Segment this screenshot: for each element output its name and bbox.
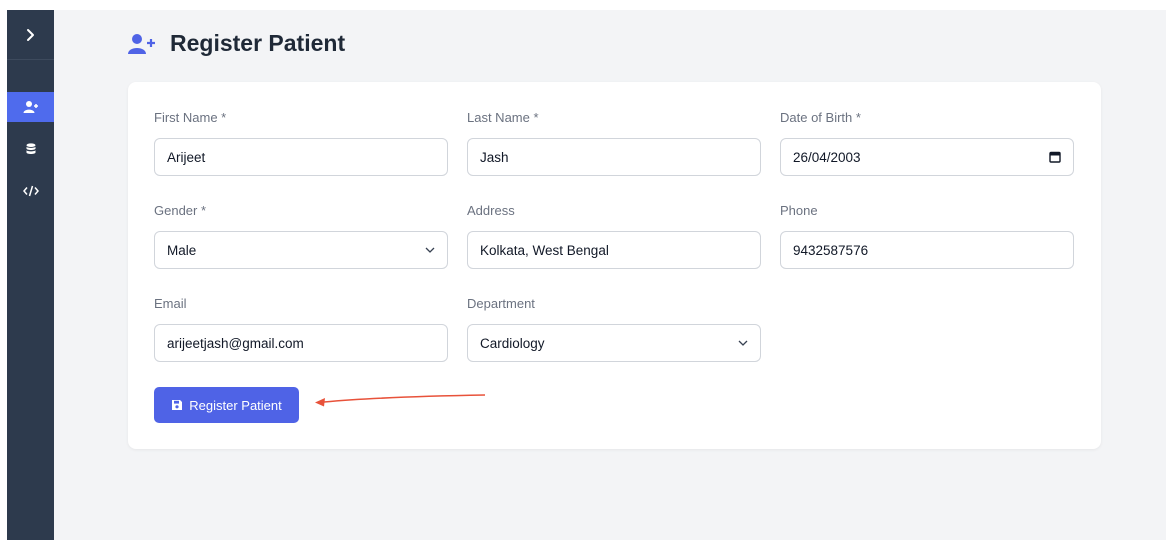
email-group: Email arijeetjash@gmail.com bbox=[154, 296, 448, 362]
department-group: Department Cardiology bbox=[467, 296, 761, 362]
gender-label: Gender * bbox=[154, 203, 207, 218]
address-value: Kolkata, West Bengal bbox=[480, 242, 609, 258]
department-value: Cardiology bbox=[480, 335, 545, 351]
address-input[interactable]: Kolkata, West Bengal bbox=[467, 231, 761, 269]
chevron-down-icon bbox=[425, 247, 435, 253]
page-title: Register Patient bbox=[170, 30, 346, 56]
last-name-value: Jash bbox=[480, 149, 509, 165]
department-label: Department bbox=[467, 296, 535, 311]
first-name-label: First Name * bbox=[154, 110, 227, 125]
last-name-input[interactable]: Jash bbox=[467, 138, 761, 176]
chevron-down-icon bbox=[738, 340, 748, 346]
gender-value: Male bbox=[167, 242, 197, 258]
sidebar-item-database[interactable] bbox=[7, 134, 54, 164]
last-name-label: Last Name * bbox=[467, 110, 539, 125]
user-plus-icon bbox=[23, 101, 38, 113]
department-select[interactable]: Cardiology bbox=[467, 324, 761, 362]
dob-group: Date of Birth * 26/04/2003 bbox=[780, 110, 1074, 176]
dob-value: 26/04/2003 bbox=[793, 149, 861, 165]
gender-group: Gender * Male bbox=[154, 203, 448, 269]
email-value: arijeetjash@gmail.com bbox=[167, 335, 304, 351]
registration-form: First Name * Arijeet Last Name * Jash Da… bbox=[128, 82, 1101, 449]
user-plus-icon bbox=[128, 33, 155, 54]
app-window: Register Patient First Name * Arijeet La… bbox=[7, 10, 1166, 540]
sidebar-item-code[interactable] bbox=[7, 176, 54, 206]
calendar-icon[interactable] bbox=[1049, 151, 1061, 163]
email-label: Email bbox=[154, 296, 187, 311]
database-icon bbox=[26, 143, 35, 154]
phone-label: Phone bbox=[780, 203, 818, 218]
dob-label: Date of Birth * bbox=[780, 110, 861, 125]
phone-group: Phone 9432587576 bbox=[780, 203, 1074, 269]
chevron-right-icon bbox=[26, 28, 34, 41]
phone-value: 9432587576 bbox=[793, 242, 869, 258]
register-patient-button-label: Register Patient bbox=[189, 397, 282, 413]
main-content: Register Patient First Name * Arijeet La… bbox=[54, 10, 1166, 540]
email-input[interactable]: arijeetjash@gmail.com bbox=[154, 324, 448, 362]
last-name-group: Last Name * Jash bbox=[467, 110, 761, 176]
save-icon bbox=[172, 400, 183, 410]
sidebar bbox=[7, 10, 54, 540]
code-icon bbox=[22, 185, 39, 197]
phone-input[interactable]: 9432587576 bbox=[780, 231, 1074, 269]
gender-select[interactable]: Male bbox=[154, 231, 448, 269]
first-name-group: First Name * Arijeet bbox=[154, 110, 448, 176]
address-label: Address bbox=[467, 203, 515, 218]
dob-input[interactable]: 26/04/2003 bbox=[780, 138, 1074, 176]
register-patient-button[interactable]: Register Patient bbox=[154, 387, 299, 423]
first-name-input[interactable]: Arijeet bbox=[154, 138, 448, 176]
page-header: Register Patient bbox=[128, 30, 345, 57]
sidebar-toggle-button[interactable] bbox=[7, 10, 54, 60]
sidebar-item-register-patient[interactable] bbox=[7, 92, 54, 122]
address-group: Address Kolkata, West Bengal bbox=[467, 203, 761, 269]
first-name-value: Arijeet bbox=[167, 149, 206, 165]
